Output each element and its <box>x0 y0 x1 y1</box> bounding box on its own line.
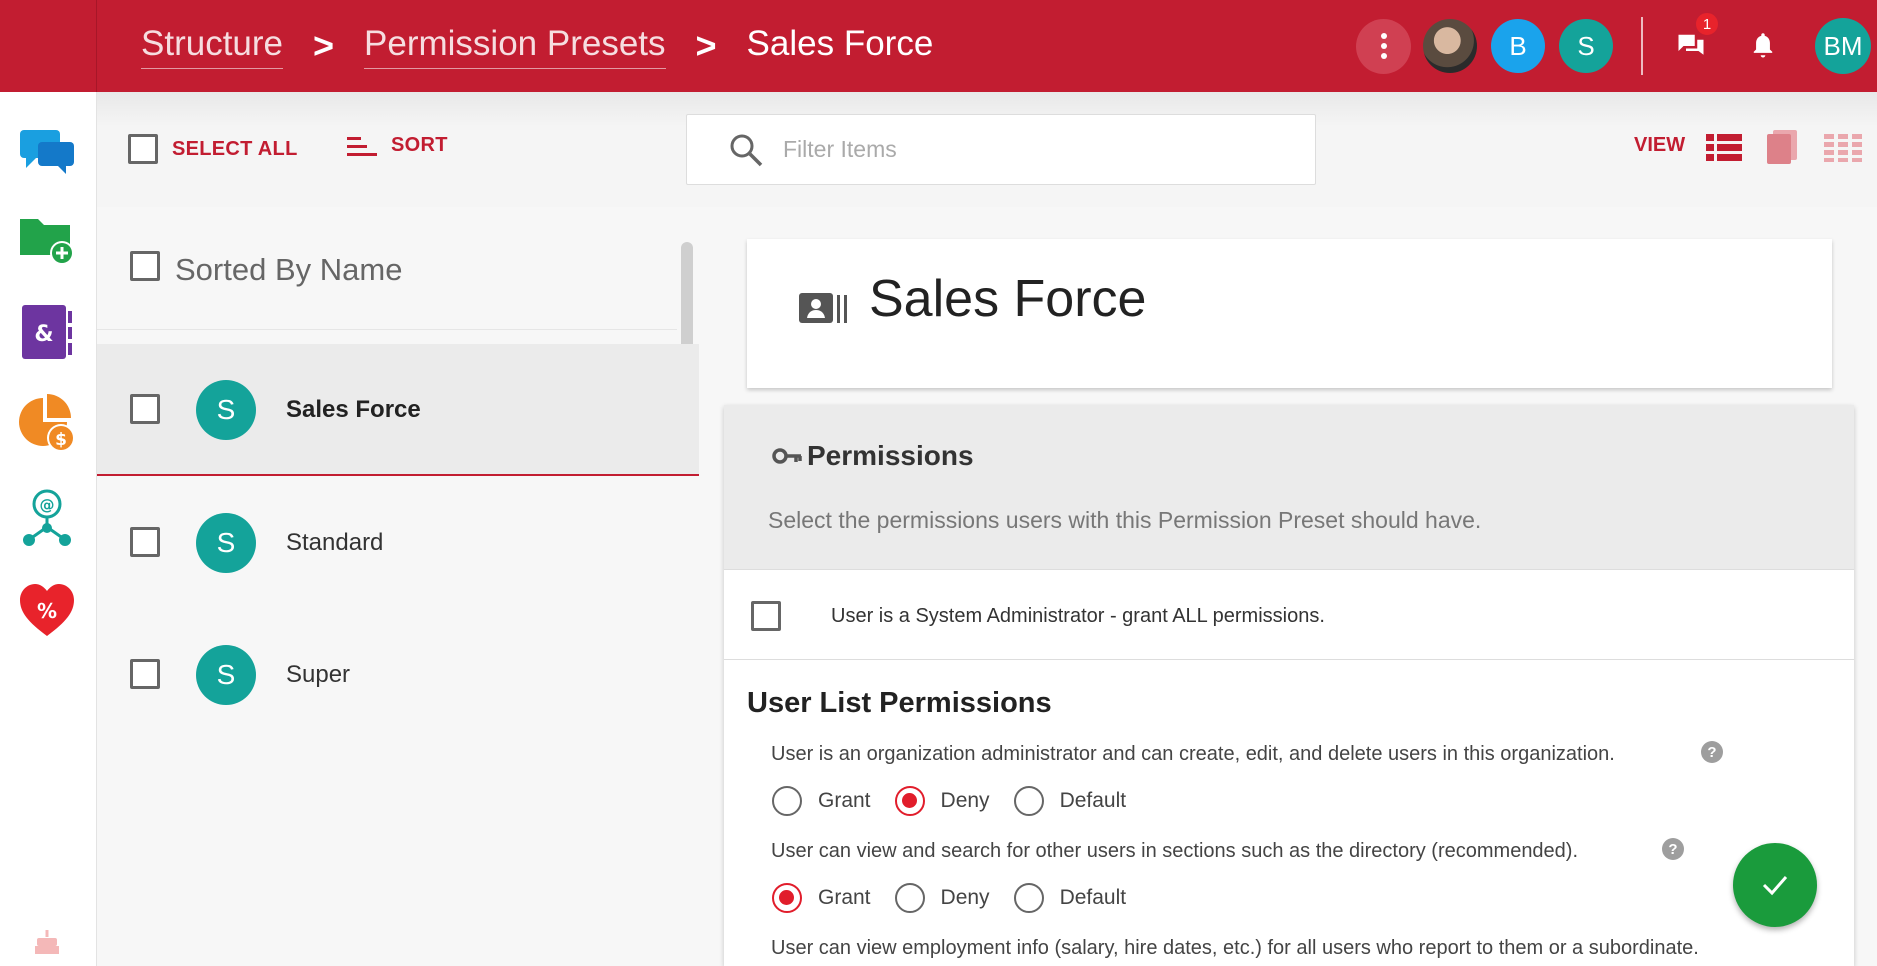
permissions-description: Select the permissions users with this P… <box>768 507 1482 533</box>
avatar-b[interactable]: B <box>1491 19 1545 73</box>
radio-default[interactable]: Default <box>1013 883 1126 913</box>
chat-badge: 1 <box>1695 12 1719 36</box>
system-admin-row: User is a System Administrator - grant A… <box>724 570 1854 660</box>
breadcrumb-separator: > <box>695 25 717 66</box>
filter-items-input[interactable] <box>783 136 1283 163</box>
app-rail: & $ @ % <box>0 92 97 966</box>
search-icon <box>730 134 763 166</box>
detail-title: Sales Force <box>869 270 1147 328</box>
list-item-sales-force[interactable]: S Sales Force <box>97 344 699 476</box>
list-view-icon[interactable] <box>1706 134 1742 162</box>
contacts-book-icon[interactable]: & <box>16 302 78 362</box>
svg-text:&: & <box>34 322 53 347</box>
breadcrumb-structure[interactable]: Structure <box>141 24 283 69</box>
sort-label: SORT <box>391 134 448 156</box>
list-item-checkbox[interactable] <box>130 659 160 689</box>
permissions-title: Permissions <box>807 440 974 471</box>
permissions-header: Permissions Select the permissions users… <box>724 405 1854 570</box>
breadcrumb-permission-presets[interactable]: Permission Presets <box>364 24 666 69</box>
radio-group-org-admin: Grant Deny Default <box>772 786 1150 816</box>
card-view-icon[interactable] <box>1765 130 1799 166</box>
system-admin-checkbox[interactable] <box>751 601 781 631</box>
bell-icon <box>1753 33 1773 58</box>
user-list-permissions-title: User List Permissions <box>747 687 1052 719</box>
radio-deny[interactable]: Deny <box>894 883 990 913</box>
sorted-by-label: Sorted By Name <box>175 252 403 287</box>
preset-list: Sorted By Name S Sales Force S Standard … <box>97 240 699 966</box>
select-all-label: SELECT ALL <box>172 137 298 160</box>
chat-button[interactable]: 1 <box>1671 12 1719 66</box>
list-item-name: Sales Force <box>286 396 421 423</box>
select-all-button[interactable]: SELECT ALL <box>128 134 298 164</box>
help-icon[interactable]: ? <box>1701 741 1723 763</box>
radio-grant[interactable]: Grant <box>772 786 871 816</box>
view-label: VIEW <box>1634 134 1686 156</box>
svg-text:$: $ <box>55 430 67 450</box>
cake-icon[interactable] <box>16 912 78 966</box>
list-item-checkbox[interactable] <box>130 527 160 557</box>
detail-title-card: Sales Force <box>747 239 1832 388</box>
sort-button[interactable]: SORT <box>347 134 448 157</box>
permission-question: User is an organization administrator an… <box>771 743 1615 765</box>
avatar-s[interactable]: S <box>1559 19 1613 73</box>
pie-chart-dollar-icon[interactable]: $ <box>16 394 78 454</box>
system-admin-label: User is a System Administrator - grant A… <box>831 605 1325 627</box>
list-header-checkbox[interactable] <box>130 251 160 281</box>
list-header: Sorted By Name <box>97 240 677 330</box>
radio-deny[interactable]: Deny <box>894 786 990 816</box>
heart-percent-icon[interactable]: % <box>16 580 78 640</box>
list-item-avatar: S <box>196 645 256 705</box>
sort-icon <box>347 136 377 156</box>
permission-question: User can view and search for other users… <box>771 840 1579 862</box>
folder-add-icon[interactable] <box>16 210 78 270</box>
id-card-icon <box>799 293 847 323</box>
radio-grant[interactable]: Grant <box>772 883 871 913</box>
header-divider <box>1641 17 1643 75</box>
list-item-super[interactable]: S Super <box>97 609 699 741</box>
list-item-standard[interactable]: S Standard <box>97 477 699 609</box>
permission-question: User can view employment info (salary, h… <box>771 937 1699 959</box>
radio-group-view-users: Grant Deny Default <box>772 883 1150 913</box>
more-options-button[interactable] <box>1356 18 1411 74</box>
list-item-checkbox[interactable] <box>130 394 160 424</box>
list-item-name: Super <box>286 661 351 688</box>
toolbar: SELECT ALL SORT VIEW <box>97 92 1877 207</box>
header-actions: B S 1 BM <box>1356 0 1877 92</box>
help-icon[interactable]: ? <box>1662 838 1684 860</box>
breadcrumb: Structure > Permission Presets > Sales F… <box>141 0 933 92</box>
user-avatar[interactable]: BM <box>1815 18 1871 74</box>
network-icon[interactable]: @ <box>16 488 78 548</box>
checkmark-icon <box>1762 876 1788 896</box>
save-button[interactable] <box>1733 843 1817 927</box>
svg-text:%: % <box>37 599 57 623</box>
list-item-avatar: S <box>196 380 256 440</box>
list-item-avatar: S <box>196 513 256 573</box>
grid-view-icon[interactable] <box>1824 134 1862 162</box>
chat-icon <box>1678 34 1704 55</box>
svg-text:@: @ <box>40 496 55 514</box>
radio-default[interactable]: Default <box>1013 786 1126 816</box>
top-bar: Structure > Permission Presets > Sales F… <box>0 0 1877 92</box>
rail-header <box>0 0 97 92</box>
kebab-icon <box>1380 31 1387 61</box>
breadcrumb-current: Sales Force <box>746 24 934 63</box>
key-icon <box>772 448 802 464</box>
permissions-card: Permissions Select the permissions users… <box>724 405 1854 966</box>
notifications-button[interactable] <box>1743 26 1783 66</box>
list-item-name: Standard <box>286 529 384 556</box>
breadcrumb-separator: > <box>313 25 335 66</box>
chat-icon[interactable] <box>16 120 78 180</box>
search-box[interactable] <box>686 114 1316 185</box>
select-all-checkbox[interactable] <box>128 134 158 164</box>
avatar-photo[interactable] <box>1423 19 1477 73</box>
